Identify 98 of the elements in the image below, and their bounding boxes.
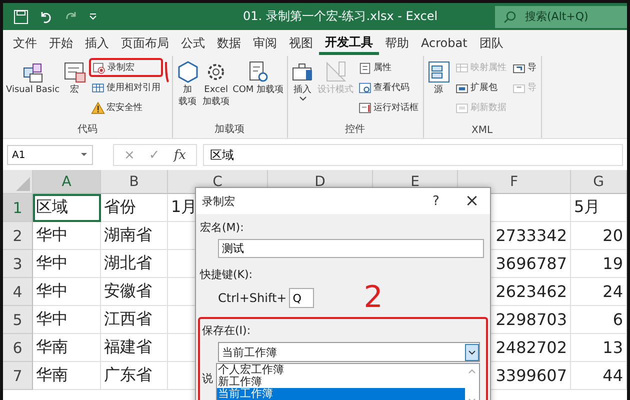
table-cell: 华南 [33,334,101,362]
search-field[interactable]: 搜索(Alt+Q) [495,6,627,28]
ribbon-tab[interactable]: Acrobat [415,31,474,55]
table-cell: 江西省 [101,306,168,334]
shortcut-prefix: Ctrl+Shift+ [218,291,287,305]
table-cell: 福建省 [101,334,168,362]
table-icon [454,60,469,74]
insert-function-button[interactable]: fx [170,145,190,165]
dialog-title: 录制宏 [202,194,235,208]
record-icon [92,60,106,74]
search-icon [503,10,517,24]
group-label: XML [472,125,493,138]
macro-name-field[interactable]: 测试 [218,239,484,258]
table-cell: 湖南省 [101,222,168,250]
annotation-stroke [164,61,170,83]
customize-caret-icon[interactable] [88,12,98,22]
column-header[interactable]: F [458,170,571,194]
ribbon-button[interactable]: 运行对话框 [356,98,421,117]
name-box[interactable]: A1 [7,145,93,165]
table-cell: 湖北省 [101,250,168,278]
column-header[interactable]: B [101,170,168,194]
table-cell: 华中 [33,250,101,278]
ribbon-tab[interactable]: 开始 [43,31,79,55]
shortcut-key-field[interactable]: Q [288,288,314,308]
table-cell: 安徽省 [101,278,168,306]
scroll-up-icon [468,368,476,374]
table-cell: 华中 [33,222,101,250]
table-cell: 13 [571,334,627,362]
ribbon-button[interactable]: 扩展包 [452,78,509,97]
row-header[interactable]: 1 [3,194,33,222]
row-header[interactable]: 3 [3,250,33,278]
ribbon-button[interactable]: COM 加载项 [232,58,285,98]
row-header[interactable]: 6 [3,334,33,362]
ribbon-button[interactable]: 导 [510,58,539,77]
column-header[interactable]: A [33,170,101,194]
row-header[interactable]: 5 [3,306,33,334]
corner-triangle-icon [16,177,30,191]
table-cell: 华南 [33,362,101,390]
ruler-triangle-icon [324,60,348,84]
table-cell: 6 [571,306,627,334]
field-label: 说 [202,371,213,386]
ribbon-button[interactable]: 查看代码 [356,78,421,97]
field-label: 保存在(I): [202,323,252,338]
ribbon-tab[interactable]: 文件 [7,31,43,55]
ribbon-tab[interactable]: 视图 [283,31,319,55]
dropdown-option[interactable]: 当前工作簿 [217,388,465,400]
ribbon-button[interactable]: 宏安全性 [88,98,163,117]
properties-icon [358,60,372,74]
dialog-icon [358,100,372,114]
table-cell: 省份 [101,194,168,222]
table-cell: 24 [571,278,627,306]
ribbon-button[interactable]: 源 [426,58,452,98]
ribbon-tab[interactable]: 页面布局 [115,31,175,55]
table-cell: 华中 [33,278,101,306]
warning-icon [90,100,105,114]
formula-field[interactable]: 区域 [202,144,623,166]
table-cell: 44 [571,362,627,390]
column-header[interactable]: G [571,170,627,194]
row-header[interactable]: 2 [3,222,33,250]
caret-icon [80,152,88,158]
field-label: 快捷键(K): [200,267,254,282]
table-cell: 华中 [33,306,101,334]
ribbon-button[interactable]: Excel 加载项 [202,58,231,110]
group-label: 控件 [345,123,366,137]
store-in-dropdown[interactable]: 当前工作簿 [218,342,480,362]
ribbon-button[interactable]: 加 载项 [174,58,201,110]
group-label: 加载项 [214,122,245,137]
ribbon-button[interactable]: 使用相对引用 [88,78,163,97]
ribbon-button[interactable]: 插入 [290,58,316,104]
ribbon-tab[interactable]: 数据 [211,31,247,55]
data-icon [454,100,469,114]
table-cell: 20 [571,222,627,250]
window-title: 01. 录制第一个宏-练习.xlsx - Excel [243,8,439,25]
group-label: 代码 [77,123,98,137]
ribbon-tab[interactable]: 审阅 [247,31,283,55]
ribbon-button[interactable]: 录制宏 [88,58,163,77]
field-label: 宏名(M): [200,220,245,235]
dropdown-caret-icon [465,344,479,360]
table-cell: 区域 [33,194,101,222]
ribbon-button[interactable]: Visual Basic [5,58,61,98]
ribbon-tab[interactable]: 团队 [473,31,510,55]
ribbon-button[interactable]: 宏 [62,58,88,98]
table-cell: 广东省 [101,362,168,390]
macro-icon [62,60,87,84]
annotation-number: 2 [364,285,383,311]
ribbon-tab[interactable]: 插入 [79,31,115,55]
view-code-icon [358,80,372,94]
row-header[interactable]: 4 [3,278,33,306]
table-icon [90,80,105,94]
table-cell: 5月 [571,194,627,222]
panes-icon [426,60,451,84]
ribbon-tab[interactable]: 公式 [175,31,211,55]
save-icon[interactable] [13,8,29,24]
hexagon-icon [176,60,200,84]
table-cell: 19 [571,250,627,278]
row-header[interactable]: 7 [3,362,33,390]
ribbon-button[interactable]: 属性 [356,58,421,77]
ribbon-tab[interactable]: 帮助 [379,31,415,55]
